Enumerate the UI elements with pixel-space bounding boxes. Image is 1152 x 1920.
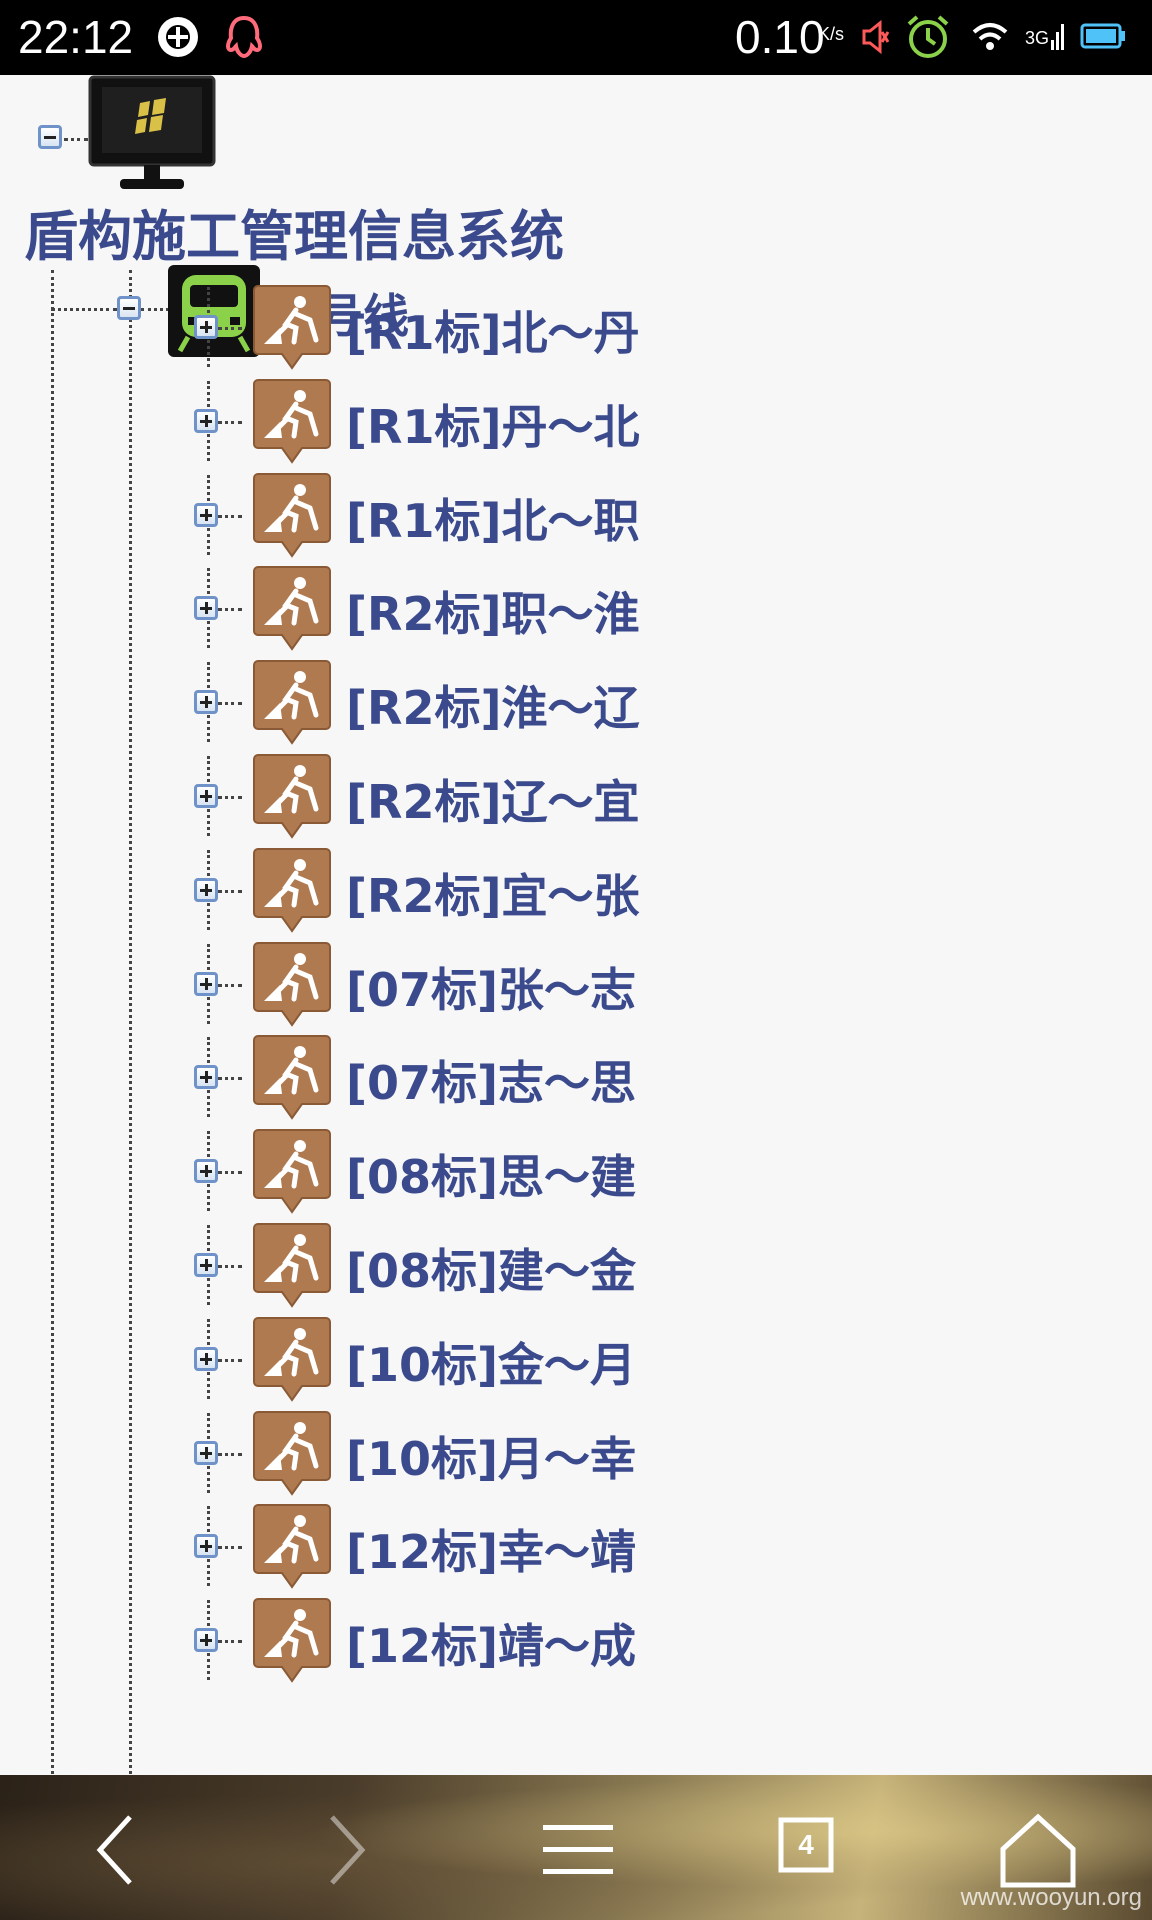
section-expand-toggle[interactable] (194, 878, 218, 902)
tree-guide-level1 (51, 270, 54, 1780)
section-expand-toggle[interactable] (194, 409, 218, 433)
section-expand-toggle[interactable] (194, 503, 218, 527)
section-label[interactable]: [R2标]职～淮 (346, 578, 639, 644)
section-label[interactable]: [10标]月～幸 (346, 1423, 636, 1489)
section-expand-toggle[interactable] (194, 1065, 218, 1089)
section-connector (218, 702, 242, 705)
section-connector (218, 984, 242, 987)
line-connector-in (51, 308, 117, 311)
train-icon (168, 265, 260, 357)
section-expand-toggle[interactable] (194, 784, 218, 808)
section-label[interactable]: [R1标]丹～北 (346, 391, 639, 457)
section-expand-toggle[interactable] (194, 690, 218, 714)
section-connector (218, 890, 242, 893)
net-speed-unit: K/s (818, 24, 845, 44)
construction-icon (253, 1317, 331, 1402)
section-connector (218, 1546, 242, 1549)
section-expand-toggle[interactable] (194, 1159, 218, 1183)
construction-icon (253, 1035, 331, 1120)
section-connector (218, 1077, 242, 1080)
section-connector (218, 608, 242, 611)
section-connector (218, 421, 242, 424)
section-label[interactable]: [08标]建～金 (346, 1235, 636, 1301)
forward-icon[interactable] (300, 1805, 390, 1895)
section-connector (218, 1453, 242, 1456)
root-label[interactable]: 盾构施工管理信息系统 (24, 192, 564, 271)
section-label[interactable]: [12标]靖～成 (346, 1610, 636, 1676)
construction-icon (253, 566, 331, 651)
section-connector (218, 327, 242, 330)
signal-icon: 3G (1025, 24, 1064, 50)
construction-icon (253, 1504, 331, 1589)
section-connector (218, 1265, 242, 1268)
section-expand-toggle[interactable] (194, 1347, 218, 1371)
construction-icon (253, 660, 331, 745)
tab-count: 4 (798, 1829, 814, 1860)
section-label[interactable]: [08标]思～建 (346, 1141, 636, 1207)
section-label[interactable]: [07标]张～志 (346, 954, 636, 1020)
construction-icon (253, 848, 331, 933)
mute-icon (862, 19, 890, 55)
status-time: 22:12 (18, 11, 134, 63)
section-connector (218, 1359, 242, 1362)
battery-icon (1080, 23, 1125, 49)
section-label[interactable]: [12标]幸～靖 (346, 1516, 636, 1582)
construction-icon (253, 1223, 331, 1308)
alarm-icon (907, 15, 949, 58)
tabs-button[interactable]: 4 (778, 1817, 834, 1873)
net-speed: 0.10 (735, 11, 825, 63)
home-icon[interactable] (993, 1805, 1083, 1895)
monitor-icon (88, 75, 216, 189)
section-label[interactable]: [07标]志～思 (346, 1047, 636, 1113)
section-label[interactable]: [R2标]宜～张 (346, 860, 639, 926)
network-type: 3G (1025, 28, 1049, 48)
construction-icon (253, 285, 331, 370)
section-expand-toggle[interactable] (194, 1253, 218, 1277)
root-connector (64, 138, 88, 141)
section-connector (218, 796, 242, 799)
wifi-icon (972, 23, 1008, 50)
status-bar: 22:12 0.10 K/s 3G (0, 0, 1152, 75)
section-connector (218, 1640, 242, 1643)
section-expand-toggle[interactable] (194, 1534, 218, 1558)
back-icon[interactable] (72, 1805, 162, 1895)
line-connector (141, 308, 169, 311)
tree-view: 盾构施工管理信息系统 五号线 [R1标]北～丹 [R1标]丹～北 [R1标]北～职[… (0, 75, 1152, 1780)
construction-icon (253, 754, 331, 839)
qq-icon (226, 15, 262, 59)
section-expand-toggle[interactable] (194, 1441, 218, 1465)
section-expand-toggle[interactable] (194, 596, 218, 620)
sync-icon (158, 17, 198, 57)
root-collapse-toggle[interactable] (38, 125, 62, 149)
section-label[interactable]: [R1标]北～丹 (346, 297, 639, 363)
section-label[interactable]: [R1标]北～职 (346, 485, 639, 551)
menu-icon[interactable] (533, 1805, 623, 1895)
construction-icon (253, 379, 331, 464)
watermark: www.wooyun.org (960, 1884, 1142, 1911)
section-label[interactable]: [R2标]辽～宜 (346, 766, 639, 832)
section-label[interactable]: [R2标]淮～辽 (346, 672, 639, 738)
construction-icon (253, 1129, 331, 1214)
section-connector (218, 1171, 242, 1174)
section-expand-toggle[interactable] (194, 1628, 218, 1652)
line-collapse-toggle[interactable] (117, 296, 141, 320)
tree-guide-level2 (129, 270, 132, 1780)
construction-icon (253, 473, 331, 558)
section-connector (218, 515, 242, 518)
construction-icon (253, 1411, 331, 1496)
construction-icon (253, 942, 331, 1027)
section-label[interactable]: [10标]金～月 (346, 1329, 636, 1395)
bottom-nav-bar: 4 www.wooyun.org (0, 1775, 1152, 1920)
construction-icon (253, 1598, 331, 1683)
section-expand-toggle[interactable] (194, 972, 218, 996)
section-expand-toggle[interactable] (194, 315, 218, 339)
